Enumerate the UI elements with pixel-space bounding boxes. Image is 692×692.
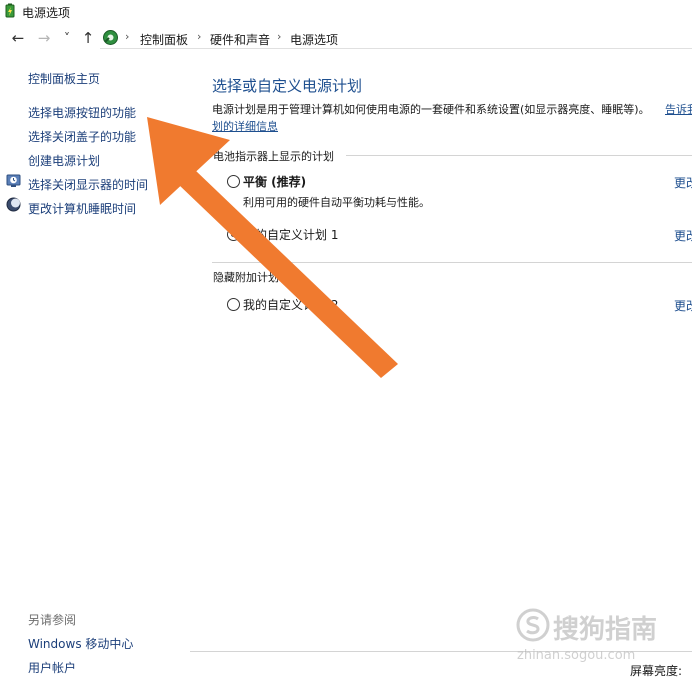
arrow-shaft: [178, 170, 398, 378]
watermark-logo-icon: [516, 608, 550, 642]
watermark-url: zhinan.sogou.com: [517, 648, 636, 663]
tutorial-arrow: [147, 117, 398, 378]
watermark-text: 搜狗指南: [553, 615, 658, 645]
